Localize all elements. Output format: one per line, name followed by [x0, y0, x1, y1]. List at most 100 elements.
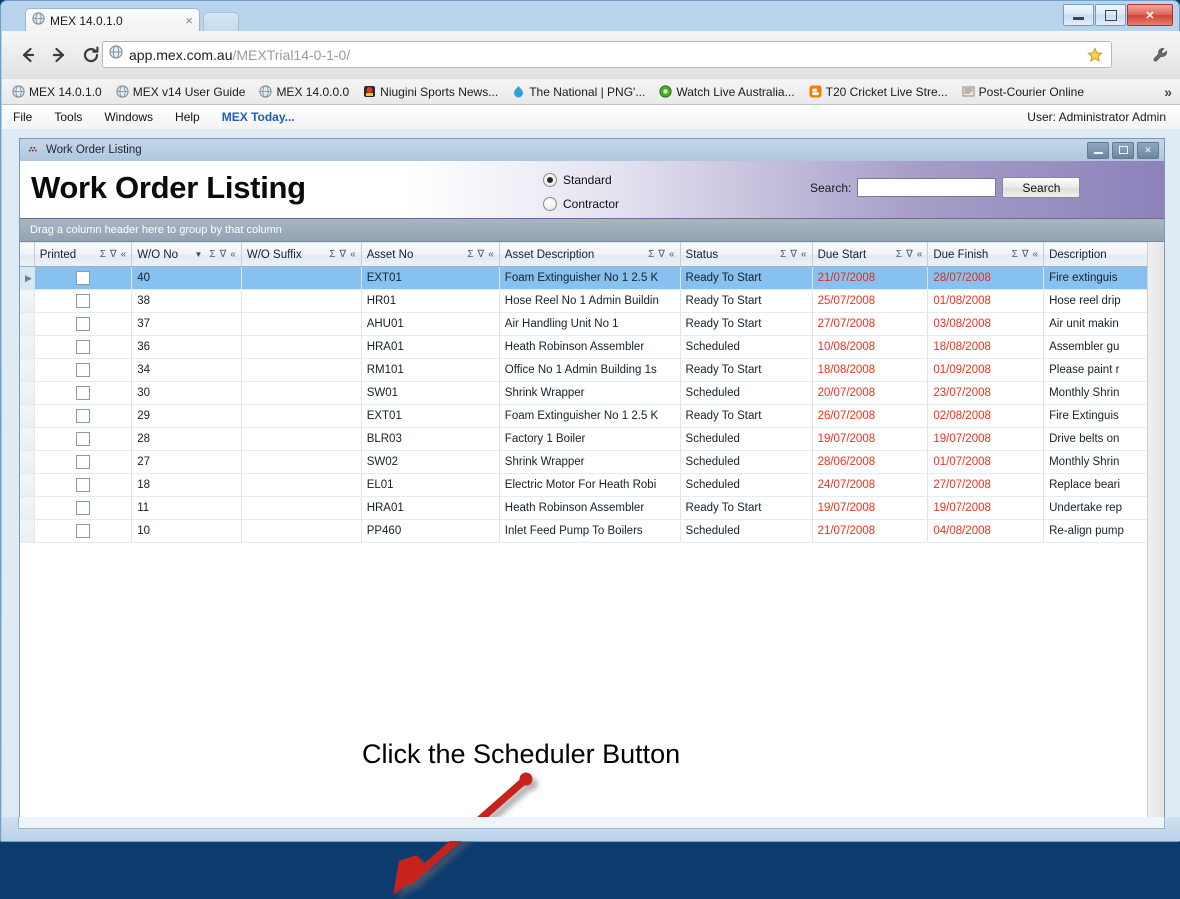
sigma-icon[interactable]: Σ [1012, 249, 1018, 260]
table-row[interactable]: 30 SW01 Shrink Wrapper Scheduled 20/07/2008 2… [20, 381, 1164, 405]
row-indicator[interactable] [20, 381, 35, 405]
printed-checkbox[interactable] [75, 455, 90, 469]
row-indicator[interactable] [20, 519, 35, 543]
collapse-icon[interactable]: « [801, 249, 807, 260]
column-header-asset-no[interactable]: Asset No Σ ∇ « [361, 242, 500, 267]
filter-icon[interactable]: ∇ [658, 249, 665, 260]
row-indicator[interactable] [20, 496, 35, 520]
column-header-due-start[interactable]: Due Start Σ ∇ « [812, 242, 929, 267]
printed-checkbox-cell[interactable] [34, 473, 133, 497]
collapse-icon[interactable]: « [1033, 249, 1039, 260]
printed-checkbox[interactable] [75, 409, 90, 423]
address-bar[interactable]: app.mex.com.au/MEXTrial14-0-1-0/ [102, 41, 1112, 68]
collapse-icon[interactable]: « [230, 249, 236, 260]
table-row[interactable]: 36 HRA01 Heath Robinson Assembler Scheduled… [20, 335, 1164, 359]
filter-icon[interactable]: ∇ [1022, 249, 1029, 260]
bookmark-item[interactable]: MEX v14 User Guide [116, 85, 245, 99]
table-row[interactable]: 38 HR01 Hose Reel No 1 Admin Buildin Ready … [20, 289, 1164, 313]
collapse-icon[interactable]: « [917, 249, 923, 260]
row-indicator[interactable] [20, 450, 35, 474]
bookmark-item[interactable]: T20 Cricket Live Stre... [809, 85, 948, 99]
table-row[interactable]: 29 EXT01 Foam Extinguisher No 1 2.5 K Ready… [20, 404, 1164, 428]
menu-item-file[interactable]: File [2, 110, 43, 124]
printed-checkbox[interactable] [75, 271, 90, 285]
sigma-icon[interactable]: Σ [329, 249, 335, 260]
window-close-button[interactable]: ✕ [1127, 4, 1173, 26]
printed-checkbox-cell[interactable] [34, 519, 133, 543]
sigma-icon[interactable]: Σ [780, 249, 786, 260]
bookmark-star-icon[interactable] [1087, 47, 1103, 68]
table-row[interactable]: 37 AHU01 Air Handling Unit No 1 Ready To St… [20, 312, 1164, 336]
printed-checkbox[interactable] [75, 317, 90, 331]
bookmark-item[interactable]: Watch Live Australia... [659, 85, 795, 99]
printed-checkbox-cell[interactable] [34, 358, 133, 382]
printed-checkbox[interactable] [75, 363, 90, 377]
sigma-icon[interactable]: Σ [467, 249, 473, 260]
column-header-printed[interactable]: Printed Σ ∇ « [34, 242, 133, 267]
tab-close-icon[interactable]: × [185, 13, 193, 28]
printed-checkbox-cell[interactable] [34, 289, 133, 313]
filter-icon[interactable]: ∇ [478, 249, 485, 260]
printed-checkbox[interactable] [75, 432, 90, 446]
bookmark-item[interactable]: The National | PNG'... [512, 85, 645, 99]
bookmark-item[interactable]: MEX 14.0.1.0 [12, 85, 102, 99]
column-header-asset-description[interactable]: Asset Description Σ ∇ « [499, 242, 681, 267]
printed-checkbox[interactable] [75, 386, 90, 400]
printed-checkbox[interactable] [75, 340, 90, 354]
radio-standard[interactable]: Standard [543, 170, 619, 190]
bookmark-item[interactable]: Niugini Sports News... [363, 85, 498, 99]
grid-vertical-scrollbar[interactable] [1147, 242, 1164, 827]
sigma-icon[interactable]: Σ [100, 249, 106, 260]
row-indicator[interactable] [20, 335, 35, 359]
sigma-icon[interactable]: Σ [209, 249, 215, 260]
table-row[interactable]: 34 RM101 Office No 1 Admin Building 1s Read… [20, 358, 1164, 382]
search-input[interactable] [857, 178, 997, 197]
back-arrow-icon[interactable] [15, 42, 41, 68]
browser-tab-mex[interactable]: MEX 14.0.1.0 × [25, 8, 200, 32]
printed-checkbox-cell[interactable] [34, 404, 133, 428]
row-indicator[interactable] [20, 312, 35, 336]
table-row[interactable]: 27 SW02 Shrink Wrapper Scheduled 28/06/2008 0… [20, 450, 1164, 474]
printed-checkbox[interactable] [75, 478, 90, 492]
filter-icon[interactable]: ∇ [790, 249, 797, 260]
sigma-icon[interactable]: Σ [648, 249, 654, 260]
mdi-restore-button[interactable] [1112, 141, 1134, 159]
row-indicator[interactable] [20, 358, 35, 382]
bookmarks-overflow-icon[interactable]: » [1164, 84, 1172, 100]
menu-item-windows[interactable]: Windows [93, 110, 164, 124]
printed-checkbox[interactable] [75, 294, 90, 308]
row-indicator[interactable] [20, 289, 35, 313]
row-indicator[interactable] [20, 404, 35, 428]
forward-arrow-icon[interactable] [46, 42, 72, 68]
table-row[interactable]: 18 EL01 Electric Motor For Heath Robi Sched… [20, 473, 1164, 497]
row-indicator[interactable] [20, 427, 35, 451]
menu-item-mex-today[interactable]: MEX Today... [211, 110, 306, 124]
column-header-due-finish[interactable]: Due Finish Σ ∇ « [927, 242, 1045, 267]
mdi-close-button[interactable]: ✕ [1137, 141, 1159, 159]
collapse-icon[interactable]: « [488, 249, 494, 260]
column-header-wo-suffix[interactable]: W/O Suffix Σ ∇ « [241, 242, 362, 267]
new-tab-button[interactable] [203, 12, 239, 33]
menu-item-tools[interactable]: Tools [43, 110, 93, 124]
window-maximize-button[interactable] [1095, 4, 1126, 26]
table-row[interactable]: 10 PP460 Inlet Feed Pump To Boilers Schedul… [20, 519, 1164, 543]
table-row[interactable]: 11 HRA01 Heath Robinson Assembler Ready To … [20, 496, 1164, 520]
filter-icon[interactable]: ∇ [220, 249, 227, 260]
printed-checkbox-cell[interactable] [34, 335, 133, 359]
column-header-description[interactable]: Description [1043, 242, 1164, 267]
group-by-bar[interactable]: Drag a column header here to group by th… [20, 219, 1164, 242]
wrench-menu-icon[interactable] [1148, 42, 1172, 68]
printed-checkbox-cell[interactable] [34, 312, 133, 336]
collapse-icon[interactable]: « [350, 249, 356, 260]
mdi-minimize-button[interactable] [1087, 141, 1109, 159]
row-indicator[interactable] [20, 473, 35, 497]
row-indicator[interactable]: ▶ [20, 266, 35, 290]
collapse-icon[interactable]: « [121, 249, 127, 260]
printed-checkbox-cell[interactable] [34, 427, 133, 451]
column-header-status[interactable]: Status Σ ∇ « [680, 242, 813, 267]
column-header-wo-no[interactable]: W/O No ▼ Σ ∇ « [131, 242, 242, 267]
filter-icon[interactable]: ∇ [110, 249, 117, 260]
printed-checkbox-cell[interactable] [34, 496, 133, 520]
search-button[interactable]: Search [1002, 177, 1081, 198]
printed-checkbox[interactable] [75, 524, 90, 538]
